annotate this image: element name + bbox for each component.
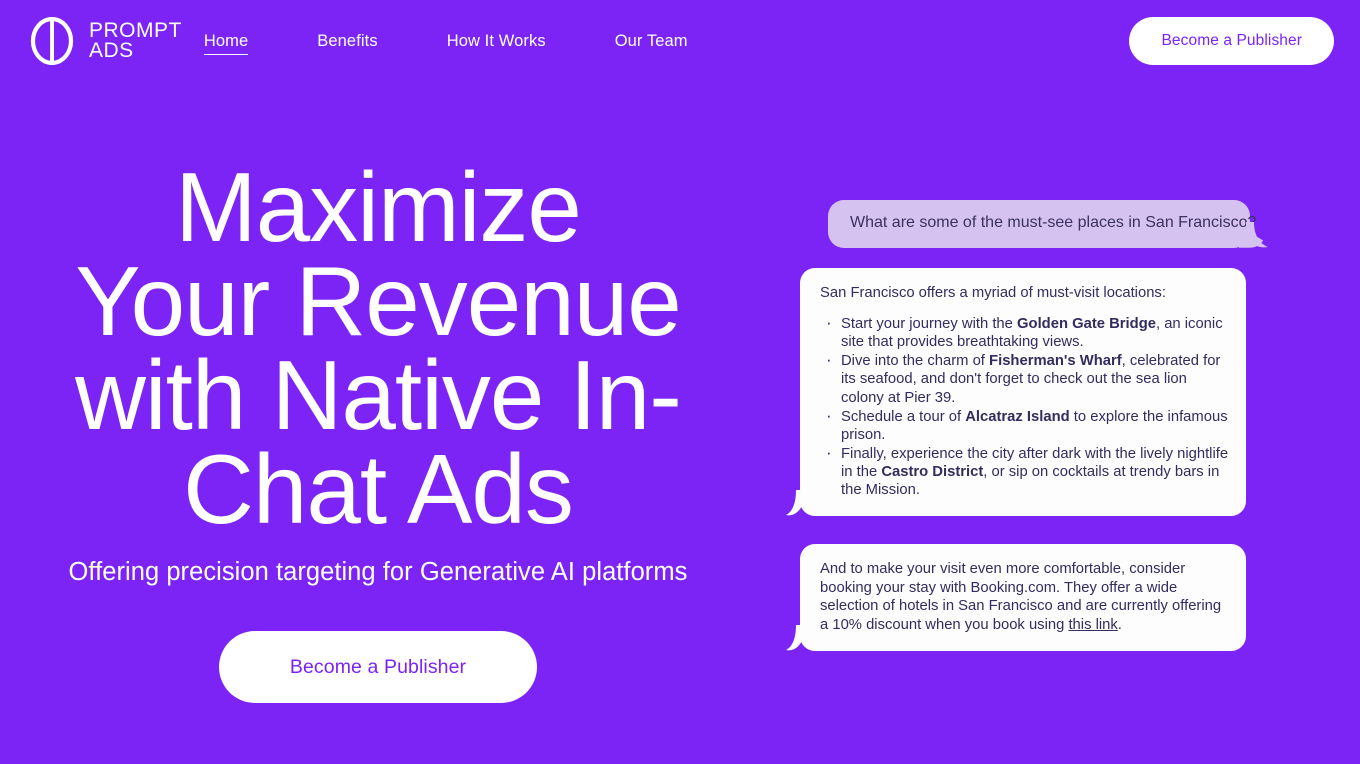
header-become-publisher-button[interactable]: Become a Publisher	[1129, 17, 1334, 65]
bullet-highlight: Golden Gate Bridge	[1017, 316, 1156, 333]
ad-link[interactable]: this link	[1068, 617, 1117, 633]
bullet-pre: Schedule a tour of	[841, 408, 966, 425]
nav-item-how-it-works[interactable]: How It Works	[447, 28, 546, 55]
bullet-pre: Start your journey with the	[841, 316, 1018, 333]
nav-item-home[interactable]: Home	[203, 28, 249, 55]
brand-wordmark: PROMPT ADS	[89, 21, 182, 62]
assistant-lead-text: San Francisco offers a myriad of must-vi…	[820, 284, 1166, 301]
list-item: Dive into the charm of Fisherman's Wharf…	[820, 350, 1232, 406]
site-header: PROMPT ADS Home Benefits How It Works Ou…	[0, 0, 1360, 82]
list-item: Schedule a tour of Alcatraz Island to ex…	[820, 406, 1232, 444]
bullet-pre: Dive into the charm of	[841, 353, 990, 370]
chat-bubble-assistant: San Francisco offers a myriad of must-vi…	[786, 267, 1246, 516]
chat-bubble-sponsored-ad: And to make your visit even more comfort…	[786, 543, 1246, 651]
bullet-highlight: Alcatraz Island	[965, 408, 1070, 425]
bullet-highlight: Fisherman's Wharf	[989, 353, 1122, 370]
brand-line-2: ADS	[89, 39, 134, 62]
chat-preview: What are some of the must-see places in …	[786, 200, 1268, 651]
hero-subtitle: Offering precision targeting for Generat…	[68, 558, 688, 587]
sponsored-ad-text: And to make your visit even more comfort…	[820, 560, 1232, 635]
hero-section: Maximize Your Revenue with Native In-Cha…	[0, 152, 756, 704]
hero-become-publisher-button[interactable]: Become a Publisher	[219, 631, 537, 704]
main-navigation: Home Benefits How It Works Our Team	[203, 28, 688, 55]
bubble-tail-right-icon	[1246, 221, 1268, 248]
assistant-bullet-list: Start your journey with the Golden Gate …	[820, 313, 1232, 499]
ad-text-pre: And to make your visit even more comfort…	[820, 560, 1222, 634]
bubble-tail-left-icon	[786, 624, 804, 651]
bullet-highlight: Castro District	[881, 463, 984, 480]
chat-bubble-user: What are some of the must-see places in …	[828, 200, 1268, 248]
list-item: Start your journey with the Golden Gate …	[820, 313, 1232, 351]
brand-logo[interactable]: PROMPT ADS	[28, 17, 182, 65]
hero-title: Maximize Your Revenue with Native In-Cha…	[75, 152, 682, 545]
nav-item-our-team[interactable]: Our Team	[615, 28, 688, 55]
chat-user-message: What are some of the must-see places in …	[850, 214, 1257, 231]
list-item: Finally, experience the city after dark …	[820, 443, 1232, 499]
ad-text-post: .	[1117, 617, 1122, 634]
nav-item-benefits[interactable]: Benefits	[317, 28, 377, 55]
circle-split-logo-icon	[30, 17, 74, 65]
bubble-tail-left-icon	[786, 489, 804, 516]
